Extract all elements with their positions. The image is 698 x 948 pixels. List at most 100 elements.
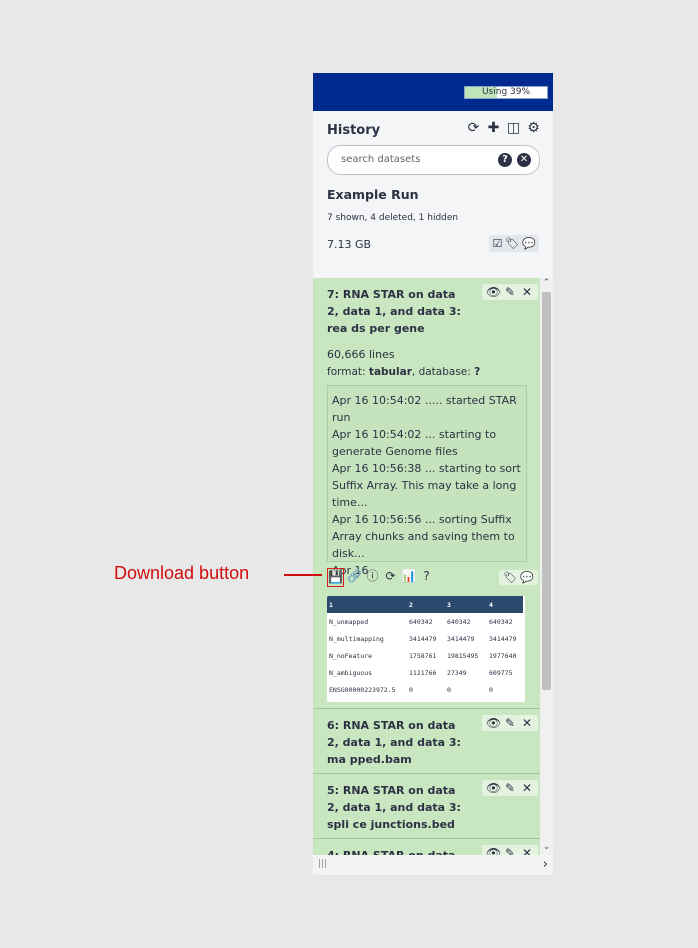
dataset-info-box: Apr 16 10:54:02 ..... started STAR run A…: [327, 385, 527, 577]
eye-icon[interactable]: 👁: [486, 846, 501, 855]
tags-icon[interactable]: 🏷: [503, 571, 517, 584]
dataset-item-6[interactable]: 6: RNA STAR on data 2, data 1, and data …: [313, 709, 540, 774]
refresh-icon[interactable]: ⟳: [466, 120, 481, 136]
dataset-title[interactable]: 7: RNA STAR on data 2, data 1, and data …: [327, 286, 462, 337]
peek-column-header: 2: [407, 596, 445, 613]
format-label: format:: [327, 366, 369, 378]
peek-column-header: 4: [487, 596, 523, 613]
format-value: tabular: [368, 366, 412, 378]
help-icon[interactable]: ?: [498, 153, 512, 167]
plus-icon[interactable]: ✚: [486, 120, 501, 136]
dataset-tag-actions: 🏷 💬: [499, 570, 538, 585]
quota-label: Using 39%: [481, 87, 531, 97]
pencil-icon[interactable]: ✎: [503, 846, 517, 855]
dataset-buttons: 👁 ✎ ✕: [482, 845, 538, 855]
peek-cell: 3414479: [409, 634, 437, 643]
database-value: ?: [474, 366, 481, 378]
dataset-lines: 60,666 lines: [327, 348, 395, 361]
grip-icon[interactable]: |||: [318, 859, 327, 869]
eye-icon[interactable]: 👁: [486, 781, 501, 795]
horizontal-scrollbar[interactable]: ||| ›: [313, 855, 553, 875]
database-label: , database:: [411, 366, 475, 378]
peek-cell: 609775: [489, 668, 513, 677]
peek-cell: N_ambiguous: [329, 668, 373, 677]
peek-cell: 3414479: [489, 634, 517, 643]
peek-table: 1234 N_unmapped 640342 640342 640342 N_multi…: [327, 596, 523, 698]
download-button[interactable]: 💾: [327, 568, 344, 587]
history-counts: 7 shown, 4 deleted, 1 hidden: [327, 213, 459, 223]
info-icon[interactable]: ⓘ: [365, 568, 380, 585]
peek-column-header: 1: [327, 596, 407, 613]
pencil-icon[interactable]: ✎: [503, 285, 517, 299]
help-icon[interactable]: ?: [419, 568, 434, 585]
history-size: 7.13 GB: [327, 238, 372, 251]
delete-icon[interactable]: ✕: [520, 781, 534, 795]
visualize-icon[interactable]: 📊: [401, 568, 416, 585]
history-panel: Using 39% History ⟳ ✚ ◫ ⚙ search dataset…: [313, 73, 553, 875]
masthead: Using 39%: [313, 73, 553, 111]
scroll-thumb[interactable]: [542, 292, 551, 690]
gear-icon[interactable]: ⚙: [526, 120, 541, 136]
eye-icon[interactable]: 👁: [486, 285, 501, 299]
comment-icon[interactable]: 💬: [522, 237, 536, 250]
dataset-format: format: tabular, database: ?: [327, 366, 480, 378]
pencil-icon[interactable]: ✎: [503, 716, 517, 730]
dataset-item-7[interactable]: 7: RNA STAR on data 2, data 1, and data …: [313, 278, 540, 709]
peek-cell: 1977640: [489, 651, 517, 660]
link-icon[interactable]: 🔗: [347, 568, 362, 585]
dataset-title[interactable]: 6: RNA STAR on data 2, data 1, and data …: [327, 717, 462, 768]
history-name[interactable]: Example Run: [327, 187, 419, 202]
peek-cell: 19815495: [447, 651, 479, 660]
history-actions: ☑ 🏷 💬: [489, 235, 539, 252]
peek-cell: 0: [489, 685, 493, 694]
dataset-peek: 1234 N_unmapped 640342 640342 640342 N_multi…: [327, 596, 525, 702]
peek-cell: 27349: [447, 668, 467, 677]
tags-icon[interactable]: 🏷: [505, 237, 519, 250]
dataset-title[interactable]: 5: RNA STAR on data 2, data 1, and data …: [327, 782, 462, 833]
history-title: History: [327, 123, 381, 138]
peek-row: N_unmapped 640342 640342 640342: [327, 613, 523, 630]
peek-cell: 1758761: [409, 651, 437, 660]
history-header: History ⟳ ✚ ◫ ⚙ search datasets ? ✕ Exam…: [313, 111, 553, 278]
dataset-buttons: 👁 ✎ ✕: [482, 780, 538, 796]
peek-row: N_noFeature 1758761 19815495 1977640: [327, 647, 523, 664]
peek-cell: 0: [409, 685, 413, 694]
comment-icon[interactable]: 💬: [520, 571, 534, 584]
clear-search-icon[interactable]: ✕: [517, 153, 531, 167]
callout-arrow-line: [284, 574, 322, 576]
chevron-right-icon[interactable]: ›: [543, 857, 548, 872]
peek-column-header: 3: [445, 596, 487, 613]
peek-body: N_unmapped 640342 640342 640342 N_multimappi…: [327, 613, 523, 698]
dataset-toolbar: 💾 🔗 ⓘ ⟳ 📊 ?: [327, 568, 434, 587]
dataset-buttons: 👁 ✎ ✕: [482, 284, 538, 300]
eye-icon[interactable]: 👁: [486, 716, 501, 730]
select-icon[interactable]: ☑: [492, 237, 502, 250]
peek-header-row: 1234: [327, 596, 523, 613]
download-callout-label: Download button: [114, 563, 250, 583]
dataset-item-5[interactable]: 5: RNA STAR on data 2, data 1, and data …: [313, 774, 540, 839]
chevron-down-icon[interactable]: ⌄: [542, 842, 551, 852]
search-placeholder: search datasets: [341, 154, 421, 165]
quota-meter[interactable]: Using 39%: [464, 86, 548, 99]
peek-cell: N_noFeature: [329, 651, 373, 660]
history-options: ⟳ ✚ ◫ ⚙: [466, 120, 541, 136]
peek-cell: 640342: [409, 617, 433, 626]
search-input[interactable]: search datasets ? ✕: [327, 145, 540, 175]
dataset-title[interactable]: 4: RNA STAR on data 2: [327, 847, 462, 855]
peek-cell: 640342: [447, 617, 471, 626]
delete-icon[interactable]: ✕: [520, 285, 534, 299]
delete-icon[interactable]: ✕: [520, 846, 534, 855]
delete-icon[interactable]: ✕: [520, 716, 534, 730]
pencil-icon[interactable]: ✎: [503, 781, 517, 795]
columns-icon[interactable]: ◫: [506, 120, 521, 136]
peek-cell: 640342: [489, 617, 513, 626]
vertical-scrollbar[interactable]: ⌃ ⌄: [540, 278, 553, 855]
dataset-list: 7: RNA STAR on data 2, data 1, and data …: [313, 278, 540, 855]
dataset-item-4[interactable]: 4: RNA STAR on data 2 👁 ✎ ✕: [313, 839, 540, 855]
dataset-info-text: Apr 16 10:54:02 ..... started STAR run A…: [332, 394, 521, 577]
peek-row: N_multimapping 3414479 3414479 3414479: [327, 630, 523, 647]
dataset-buttons: 👁 ✎ ✕: [482, 715, 538, 731]
rerun-icon[interactable]: ⟳: [383, 568, 398, 585]
peek-row: N_ambiguous 1121766 27349 609775: [327, 664, 523, 681]
chevron-up-icon[interactable]: ⌃: [542, 278, 551, 288]
